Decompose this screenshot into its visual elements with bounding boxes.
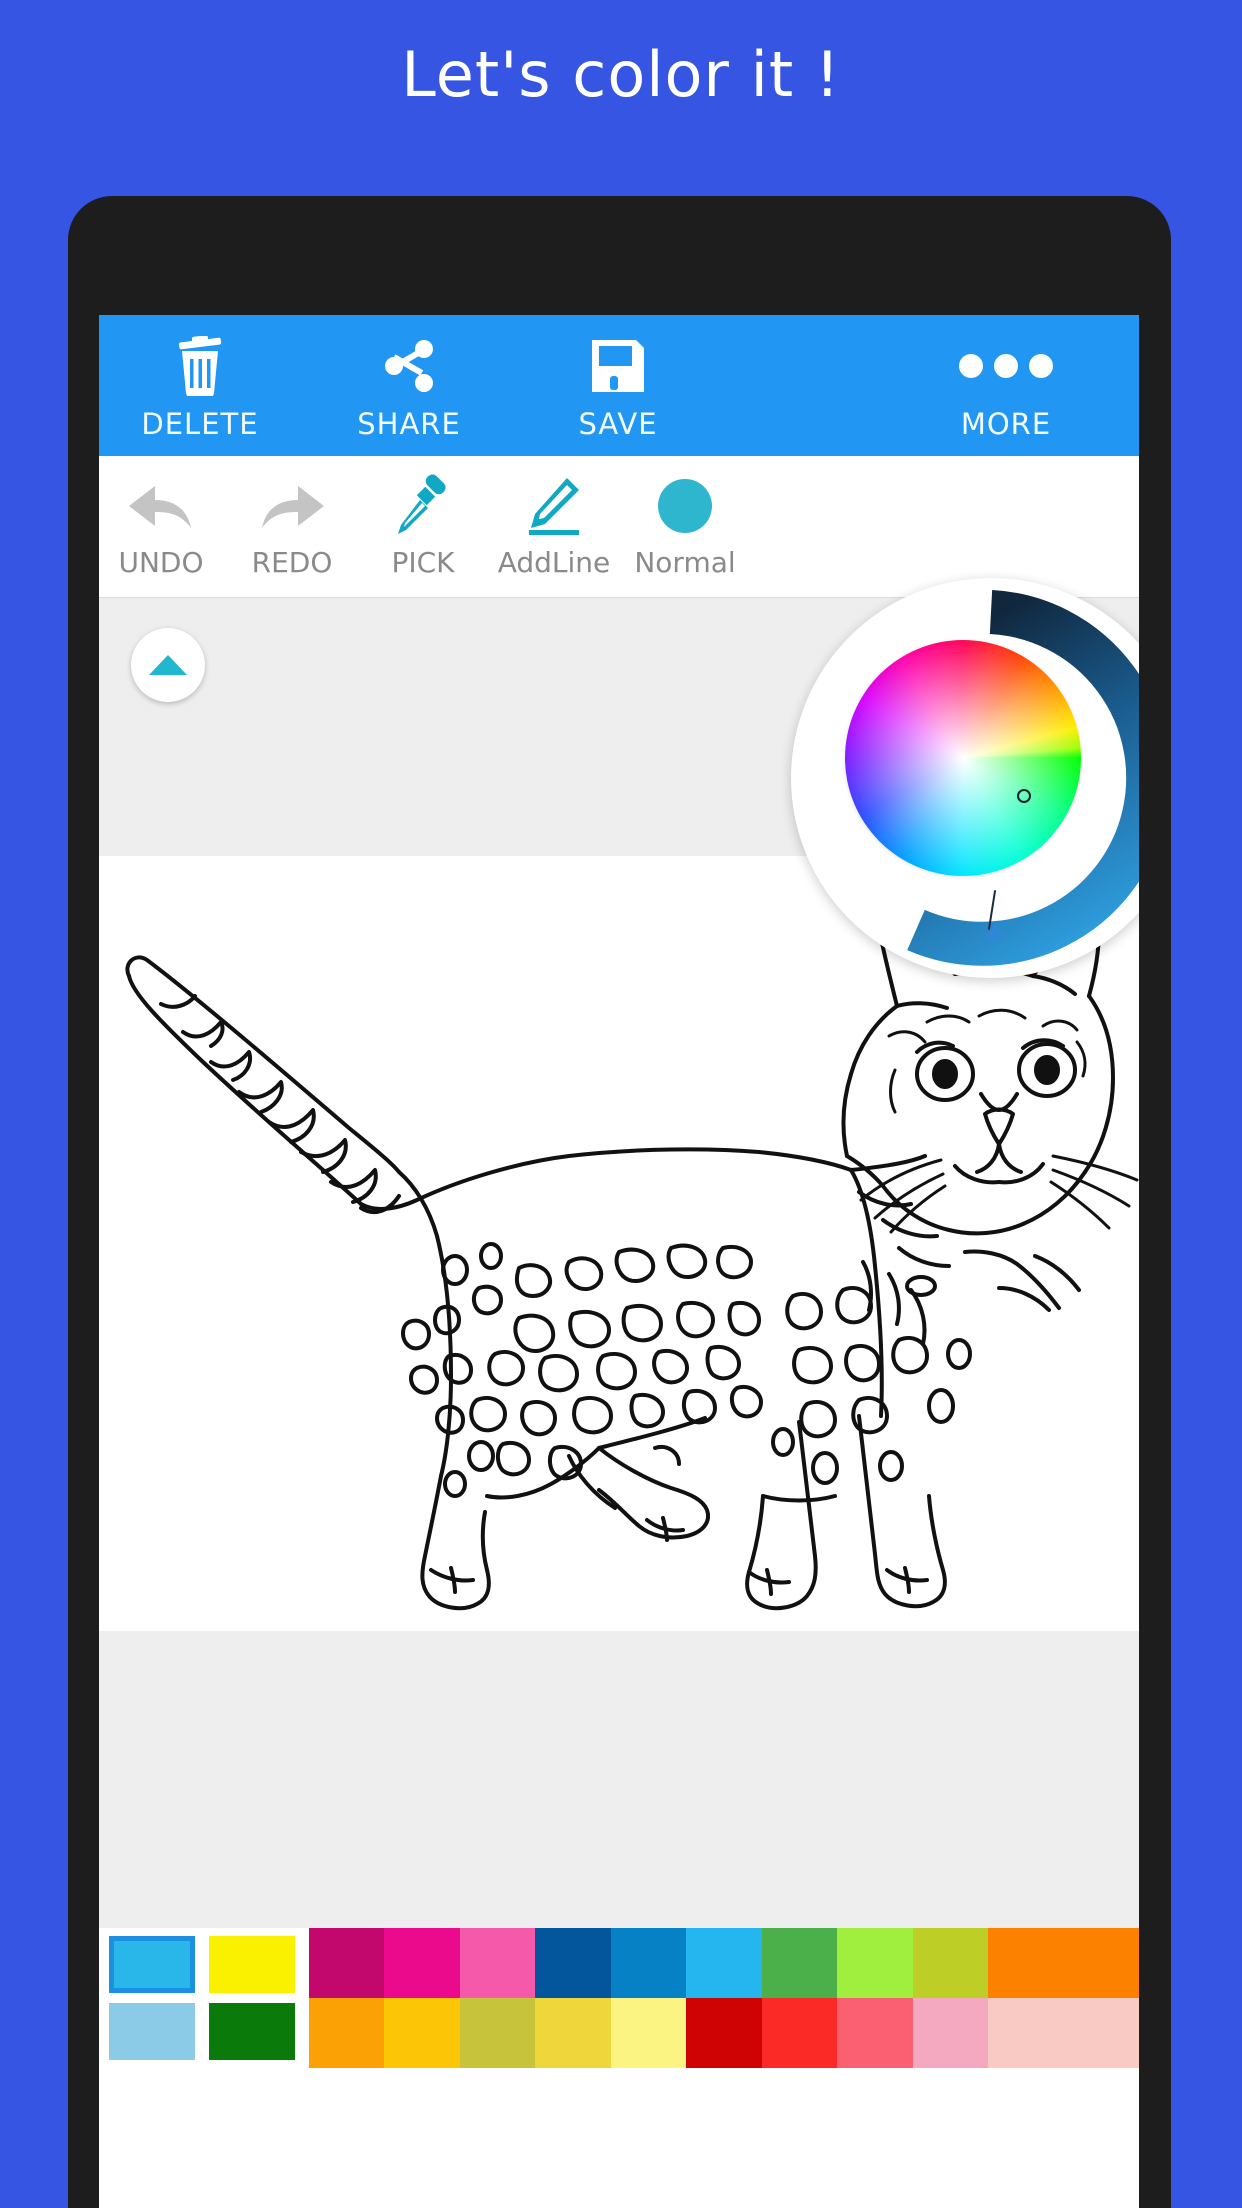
floppy-disk-icon [543,335,693,397]
recent-color-swatch-1[interactable] [209,1936,295,1993]
more-button-label: MORE [960,407,1052,441]
tool-bar: UNDO REDO PICK AddLine Normal [99,456,1139,598]
pencil-icon [488,470,620,544]
normal-mode-button[interactable]: Normal [619,470,751,579]
wheel-selector-icon[interactable] [1017,789,1031,803]
app-bar: DELETE SHARE SAVE MORE [99,315,1139,456]
palette-swatch-bottom-1[interactable] [384,1998,460,2068]
delete-button-label: DELETE [141,407,259,441]
color-palette[interactable] [99,1928,1139,2068]
palette-swatch-top-9[interactable] [988,1928,1064,1998]
undo-button[interactable]: UNDO [99,470,227,579]
share-button-label: SHARE [357,407,461,441]
addline-button-label: AddLine [497,546,611,579]
redo-arrow-icon [226,470,358,544]
palette-swatch-top-0[interactable] [309,1928,385,1998]
canvas-area[interactable] [99,578,1139,2068]
more-button[interactable]: MORE [931,335,1081,441]
save-button[interactable]: SAVE [543,335,693,441]
palette-swatch-top-6[interactable] [761,1928,838,1998]
palette-swatch-bottom-6[interactable] [761,1998,838,2068]
filled-circle-icon [619,470,751,544]
palette-swatch-top-4[interactable] [610,1928,687,1998]
recent-color-swatch-2[interactable] [109,2003,195,2060]
palette-swatch-bottom-0[interactable] [309,1998,385,2068]
palette-swatch-bottom-2[interactable] [459,1998,536,2068]
palette-swatch-top-5[interactable] [686,1928,762,1998]
normal-mode-label: Normal [634,546,736,579]
delete-button[interactable]: DELETE [125,335,275,441]
addline-button[interactable]: AddLine [488,470,620,579]
collapse-toolbar-button[interactable] [131,628,205,702]
palette-grid[interactable] [309,1928,1139,2068]
palette-swatch-bottom-10[interactable] [1063,1998,1139,2068]
share-icon [334,335,484,397]
palette-swatch-top-7[interactable] [837,1928,913,1998]
redo-button[interactable]: REDO [226,470,358,579]
undo-button-label: UNDO [118,546,204,579]
palette-swatch-bottom-3[interactable] [535,1998,611,2068]
recent-colors[interactable] [99,1928,309,2068]
palette-swatch-top-1[interactable] [384,1928,460,1998]
pick-button[interactable]: PICK [357,470,489,579]
palette-swatch-bottom-4[interactable] [610,1998,687,2068]
palette-swatch-bottom-8[interactable] [912,1998,989,2068]
eyedropper-icon [357,470,489,544]
recent-color-swatch-0[interactable] [109,1936,195,1993]
undo-arrow-icon [99,470,227,544]
recent-color-swatch-3[interactable] [209,2003,295,2060]
redo-button-label: REDO [251,546,333,579]
save-button-label: SAVE [578,407,658,441]
palette-swatch-bottom-9[interactable] [988,1998,1064,2068]
palette-swatch-top-2[interactable] [459,1928,536,1998]
pick-button-label: PICK [391,546,455,579]
brightness-handle-icon[interactable] [984,923,1006,940]
palette-swatch-top-3[interactable] [535,1928,611,1998]
triangle-up-icon [149,655,187,675]
overflow-dots-icon [931,335,1081,397]
palette-swatch-top-10[interactable] [1063,1928,1139,1998]
trash-icon [125,335,275,397]
hue-saturation-wheel[interactable] [845,640,1081,876]
palette-swatch-bottom-7[interactable] [837,1998,913,2068]
color-wheel-panel[interactable] [791,578,1139,978]
share-button[interactable]: SHARE [334,335,484,441]
palette-swatch-bottom-5[interactable] [686,1998,762,2068]
page-title: Let's color it ! [401,38,841,111]
palette-swatch-top-8[interactable] [912,1928,989,1998]
phone-screen: DELETE SHARE SAVE MORE UNDO REDO PICK Ad… [99,315,1139,2208]
